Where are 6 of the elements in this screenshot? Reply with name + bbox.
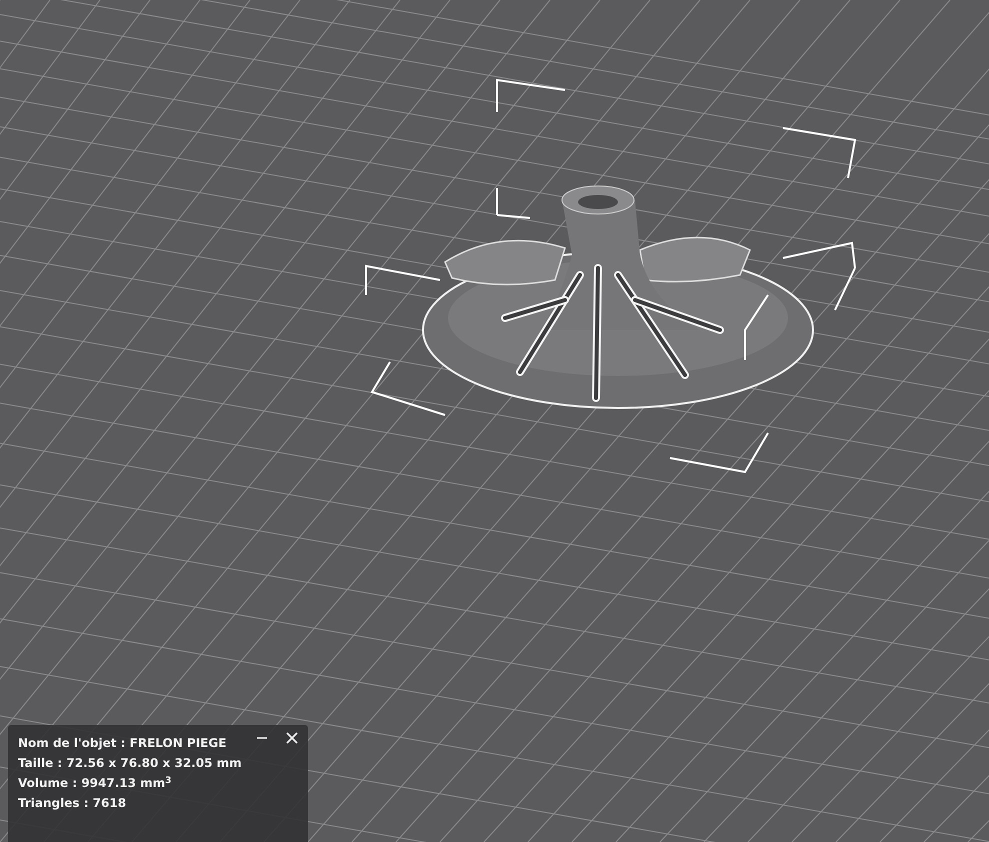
object-info-line: Nom de l'objet : FRELON PIEGE — [18, 735, 226, 752]
object-info-line: Triangles : 7618 — [18, 795, 126, 812]
object-info-line: Taille : 72.56 x 76.80 x 32.05 mm — [18, 755, 242, 772]
close-button[interactable] — [285, 731, 299, 745]
object-info-line: Volume : 9947.13 mm$^{3}$ — [18, 774, 172, 792]
close-icon — [286, 732, 298, 744]
